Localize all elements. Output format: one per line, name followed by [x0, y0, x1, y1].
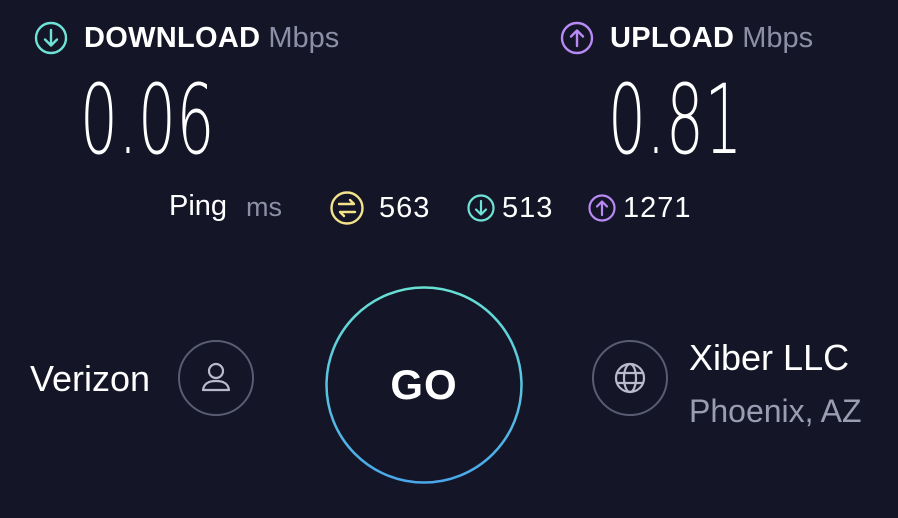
download-arrow-circle-icon	[467, 194, 495, 222]
ping-unit: ms	[246, 192, 282, 222]
ping-download: 513	[466, 188, 553, 228]
upload-label: UPLOAD	[610, 21, 735, 54]
download-label: DOWNLOAD	[84, 21, 261, 54]
download-speed-value: 0.06	[80, 64, 216, 176]
download-header: DOWNLOAD Mbps	[34, 18, 339, 58]
upload-unit: Mbps	[742, 21, 814, 54]
upload-metric: UPLOAD Mbps 0.81	[560, 18, 813, 168]
upload-header: UPLOAD Mbps	[560, 18, 813, 58]
provider-button[interactable]	[178, 340, 254, 416]
upload-speed-value: 0.81	[608, 64, 744, 176]
upload-arrow-circle-icon	[588, 194, 616, 222]
go-label: GO	[390, 361, 458, 408]
ping-idle-icon	[330, 191, 364, 225]
ping-upload-value: 1271	[623, 191, 692, 224]
download-metric: DOWNLOAD Mbps 0.06	[34, 18, 339, 168]
server-name[interactable]: Xiber LLC	[689, 337, 849, 379]
ping-download-value: 513	[502, 191, 554, 224]
globe-icon	[614, 362, 646, 394]
download-arrow-circle-icon	[34, 21, 68, 55]
user-icon	[201, 362, 231, 392]
go-button[interactable]: GO	[325, 286, 523, 484]
ping-upload: 1271	[587, 188, 692, 228]
ping-row: Ping ms 563 513 1271	[0, 188, 898, 228]
ping-idle-value: 563	[379, 191, 431, 224]
ping-label: Ping	[169, 190, 228, 222]
server-button[interactable]	[592, 340, 668, 416]
upload-arrow-circle-icon	[560, 21, 594, 55]
provider-name: Verizon	[30, 358, 151, 399]
ping-idle: 563	[329, 188, 430, 228]
download-unit: Mbps	[268, 21, 340, 54]
server-location: Phoenix, AZ	[689, 393, 862, 429]
